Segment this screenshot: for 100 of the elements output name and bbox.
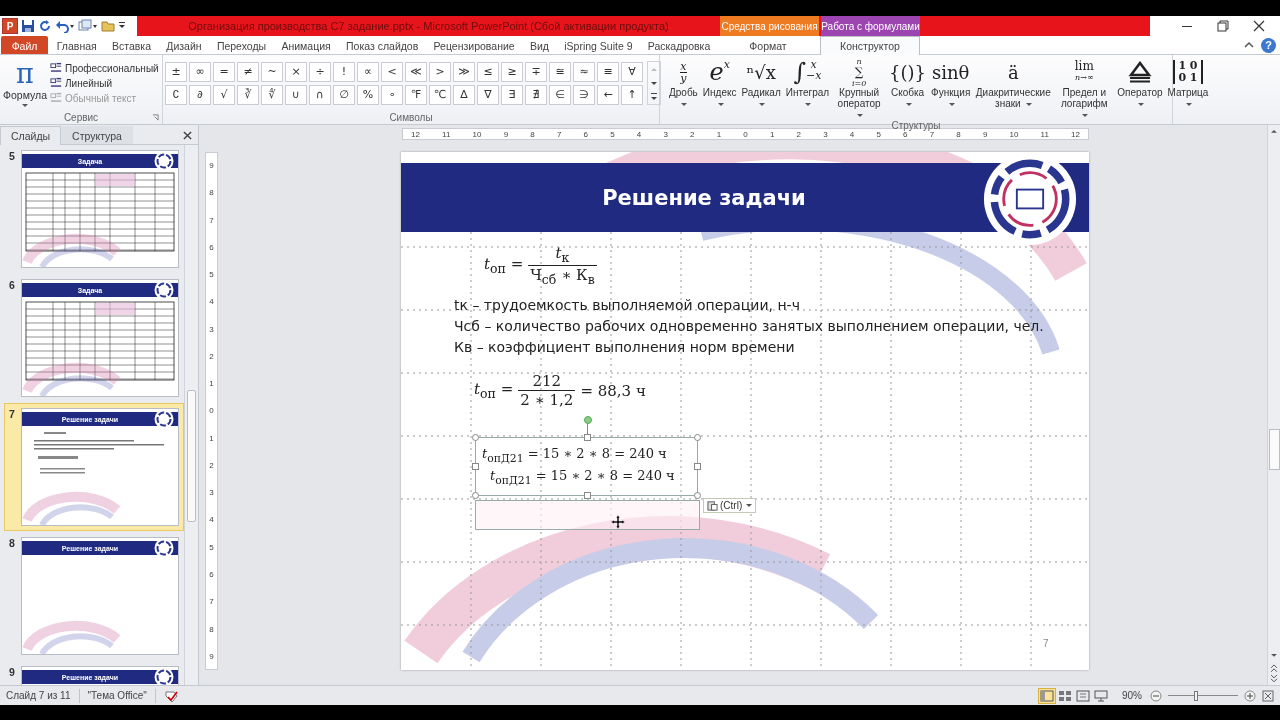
symbol-button[interactable]: ≡ [597, 61, 619, 82]
resize-handle[interactable] [584, 492, 591, 500]
structure-button[interactable]: lim n→∞ Предел и логарифм [1055, 57, 1114, 120]
ribbon-tab[interactable]: Конструктор [820, 36, 920, 55]
symbol-button[interactable]: ∃ [501, 84, 523, 105]
symbol-button[interactable]: ℉ [405, 84, 427, 105]
save-icon[interactable] [21, 19, 35, 33]
resize-handle[interactable] [694, 462, 701, 470]
resize-handle[interactable] [472, 492, 479, 500]
ribbon-tab[interactable]: Рецензирование [426, 36, 522, 54]
view-button[interactable] [1092, 687, 1110, 704]
fit-to-window-icon[interactable] [1262, 689, 1274, 702]
equation-mode-button[interactable]: Линейный [50, 76, 159, 90]
structure-button[interactable]: 1 0 0 1 Матрица [1166, 57, 1210, 120]
symbol-button[interactable]: ∓ [525, 61, 547, 82]
symbol-button[interactable]: ∇ [477, 84, 499, 105]
undo-icon[interactable] [55, 19, 75, 33]
dialog-launcher-icon[interactable] [152, 114, 159, 121]
symbol-button[interactable]: ≤ [477, 61, 499, 82]
ribbon-tab[interactable]: Анимация [274, 36, 338, 54]
zoom-slider-thumb[interactable] [1194, 690, 1198, 701]
symbol-button[interactable]: ± [165, 61, 187, 82]
symbol-button[interactable]: ÷ [309, 61, 331, 82]
view-button[interactable] [1038, 687, 1056, 704]
symbol-button[interactable]: ∆ [453, 84, 475, 105]
symbol-button[interactable]: ~ [261, 61, 283, 82]
resize-handle[interactable] [472, 462, 479, 470]
symbol-button[interactable]: % [357, 84, 379, 105]
ribbon-tab[interactable]: Вставка [105, 36, 159, 54]
symbol-button[interactable]: √ [213, 84, 235, 105]
scroll-thumb[interactable] [1268, 428, 1280, 470]
ribbon-tab[interactable]: Файл [0, 36, 49, 54]
symbol-button[interactable]: ∈ [549, 84, 571, 105]
symbol-button[interactable]: ∜ [261, 84, 283, 105]
ribbon-tab[interactable]: Переходы [209, 36, 274, 54]
formula-button[interactable]: π Формула [0, 59, 50, 107]
symbol-button[interactable]: ≈ [573, 61, 595, 82]
symbol-button[interactable]: ∁ [165, 84, 187, 105]
symbol-button[interactable]: ∀ [621, 61, 643, 82]
symbol-button[interactable]: ∋ [573, 84, 595, 105]
structure-button[interactable]: Оператор [1116, 57, 1164, 120]
panel-tab[interactable]: Структура [61, 126, 133, 144]
structure-button[interactable]: ä Диакритические знаки [974, 57, 1053, 120]
spell-check-icon[interactable] [163, 688, 180, 703]
symbol-button[interactable]: ∝ [357, 61, 379, 82]
view-button[interactable] [1074, 687, 1092, 704]
zoom-level[interactable]: 90% [1122, 690, 1142, 701]
symbol-button[interactable]: < [381, 61, 403, 82]
symbol-button[interactable]: ∞ [189, 61, 211, 82]
ribbon-tab[interactable]: Главная [49, 36, 104, 54]
symbol-button[interactable]: ≥ [501, 61, 523, 82]
scrollbar[interactable] [1267, 125, 1280, 685]
close-icon[interactable] [183, 131, 192, 140]
symbol-button[interactable]: ∛ [237, 84, 259, 105]
app-icon[interactable]: P [2, 18, 18, 34]
symbol-button[interactable]: ℃ [429, 84, 451, 105]
symbol-button[interactable]: ≫ [453, 61, 475, 82]
resize-handle[interactable] [584, 434, 591, 441]
slides-icon[interactable] [78, 19, 98, 33]
ribbon-tab[interactable]: Формат [718, 36, 818, 54]
symbol-button[interactable]: > [429, 61, 451, 82]
panel-tab[interactable]: Слайды [0, 126, 62, 145]
ribbon-tab[interactable]: Вид [522, 36, 556, 54]
ruler-number: 2 [690, 129, 695, 139]
equation-mode-button[interactable]: Профессиональный [50, 61, 159, 75]
resize-handle[interactable] [694, 434, 701, 441]
symbol-button[interactable]: = [213, 61, 235, 82]
rotate-handle[interactable] [584, 416, 592, 424]
symbol-button[interactable]: ↑ [621, 84, 643, 105]
scrollbar[interactable] [184, 145, 198, 685]
help-button[interactable]: ? [1261, 37, 1276, 53]
repeat-icon[interactable] [38, 19, 52, 33]
symbol-button[interactable]: ∅ [333, 84, 355, 105]
structure-button[interactable]: sinθ Функция [930, 57, 972, 120]
symbol-button[interactable]: ≠ [237, 61, 259, 82]
empty-text-box[interactable] [475, 500, 700, 531]
zoom-in-button[interactable] [1244, 689, 1256, 702]
symbol-button[interactable]: ∄ [525, 84, 547, 105]
ribbon-tab[interactable]: iSpring Suite 9 [557, 36, 640, 54]
symbol-button[interactable]: × [285, 61, 307, 82]
symbol-button[interactable]: ∪ [285, 84, 307, 105]
zoom-out-button[interactable] [1150, 689, 1162, 702]
structure-button[interactable]: n ∑ i=0 Крупный оператор [833, 57, 886, 120]
ribbon-tab[interactable]: Показ слайдов [339, 36, 426, 54]
resize-handle[interactable] [694, 492, 701, 500]
symbol-button[interactable]: ∘ [381, 84, 403, 105]
structure-button[interactable]: x y Дробь [668, 57, 699, 120]
symbol-button[interactable]: ≪ [405, 61, 427, 82]
symbol-button[interactable]: ∂ [189, 84, 211, 105]
structure-button[interactable]: ⁿ√x Радикал [740, 57, 782, 120]
symbol-button[interactable]: ∩ [309, 84, 331, 105]
scroll-thumb[interactable] [187, 390, 196, 522]
symbol-button[interactable]: ! [333, 61, 355, 82]
symbol-button[interactable]: ≅ [549, 61, 571, 82]
resize-handle[interactable] [472, 434, 479, 441]
structure-button[interactable]: {()} Скобка [888, 57, 928, 120]
symbol-button[interactable]: ← [597, 84, 619, 105]
ribbon-tab[interactable]: Дизайн [159, 36, 209, 54]
paste-options-button[interactable]: (Ctrl) [703, 498, 757, 514]
ribbon-tab[interactable]: Раскадровка [640, 36, 718, 54]
